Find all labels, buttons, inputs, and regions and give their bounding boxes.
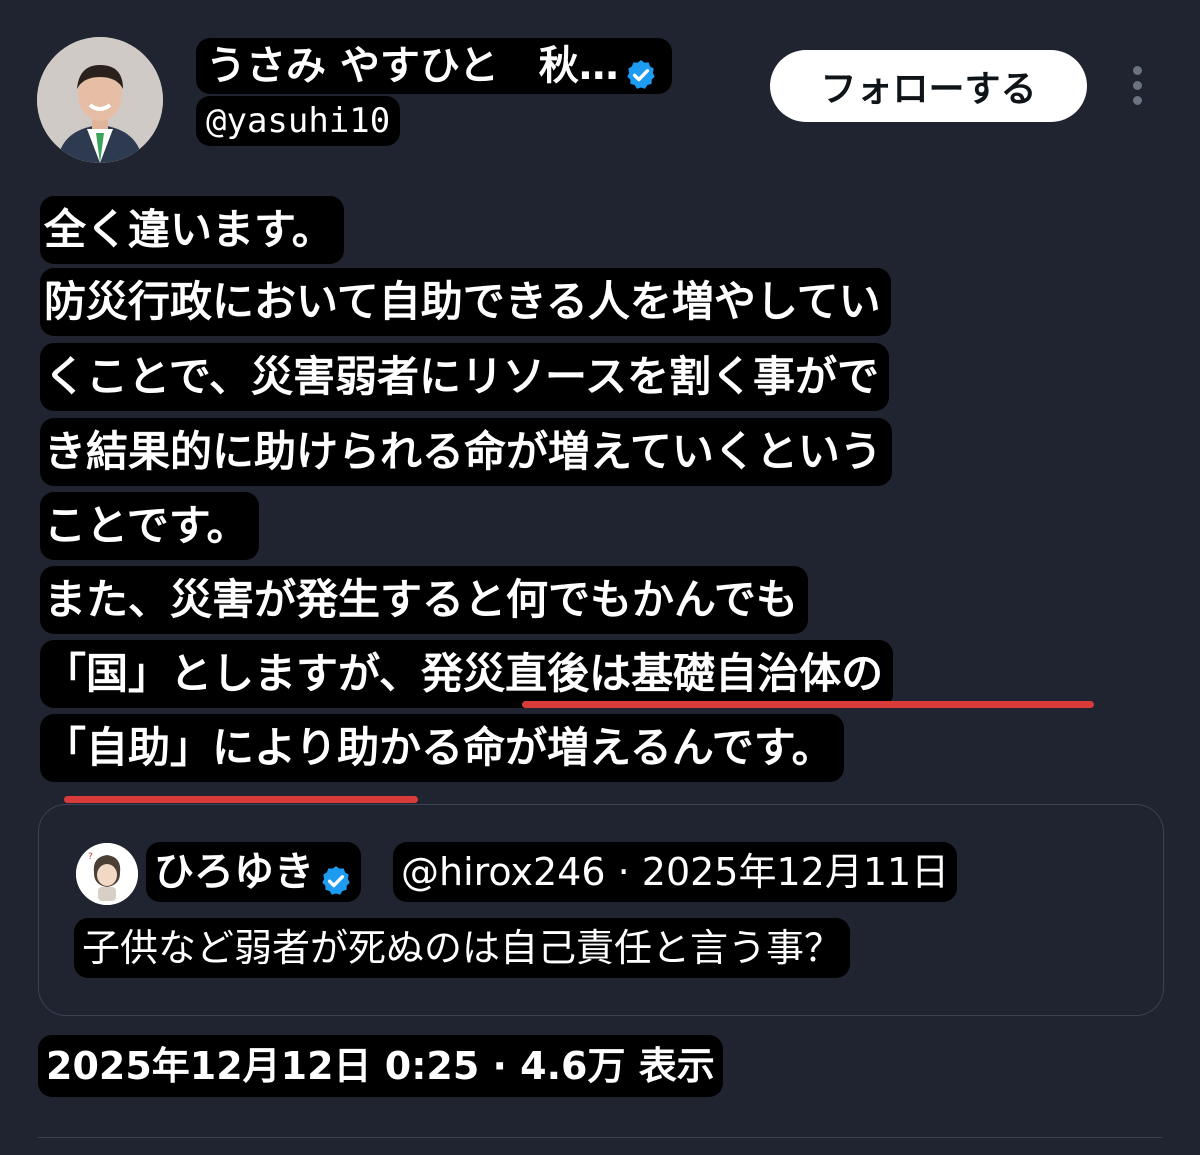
- quoted-handle-and-date: @hirox246 · 2025年12月11日: [401, 850, 950, 894]
- tweet-line: ことです。: [40, 492, 259, 560]
- author-name-chip[interactable]: うさみ やすひと 秋…: [196, 38, 672, 94]
- author-display-name[interactable]: うさみ やすひと 秋…: [206, 43, 619, 89]
- quoted-avatar-illustration: ?: [76, 843, 138, 905]
- avatar-portrait: [37, 37, 163, 163]
- quoted-tweet-card[interactable]: [38, 804, 1164, 1016]
- tweet-line: 「国」としますが、発災直後は基礎自治体の: [40, 640, 894, 708]
- quoted-name-chip[interactable]: ひろゆき: [146, 842, 362, 902]
- svg-text:?: ?: [88, 852, 93, 862]
- more-options-icon[interactable]: [1122, 64, 1152, 108]
- author-avatar[interactable]: [37, 37, 163, 163]
- tweet-line: 「自助」により助かる命が増えるんです。: [40, 714, 844, 782]
- quoted-tweet-text: 子供など弱者が死ぬのは自己責任と言う事？: [82, 926, 843, 970]
- quoted-author-avatar[interactable]: ?: [76, 843, 138, 905]
- highlight-underline: [522, 701, 1094, 708]
- tweet-line: くことで、災害弱者にリソースを割く事がで: [40, 343, 889, 411]
- quoted-meta-chip: @hirox246 · 2025年12月11日: [393, 842, 958, 902]
- tweet-timestamp-and-views[interactable]: 2025年12月12日 0:25 · 4.6万 表示: [46, 1044, 715, 1088]
- follow-button[interactable]: フォローする: [770, 50, 1087, 122]
- author-handle-chip[interactable]: @yasuhi10: [196, 96, 401, 146]
- highlight-underline: [64, 796, 418, 803]
- timestamp-chip[interactable]: 2025年12月12日 0:25 · 4.6万 表示: [38, 1035, 723, 1097]
- tweet-line: き結果的に助けられる命が増えていくという: [40, 418, 892, 486]
- quoted-author-name[interactable]: ひろゆき: [154, 849, 314, 895]
- tweet-line: また、災害が発生すると何でもかんでも: [40, 566, 808, 634]
- divider: [38, 1137, 1162, 1138]
- tweet-line: 防災行政において自助できる人を増やしてい: [40, 268, 891, 336]
- verified-badge-icon: [322, 865, 350, 895]
- verified-badge-icon: [627, 59, 655, 89]
- author-handle[interactable]: @yasuhi10: [206, 101, 390, 141]
- quoted-text-chip: 子供など弱者が死ぬのは自己責任と言う事？: [74, 918, 851, 978]
- tweet-line: 全く違います。: [40, 196, 344, 264]
